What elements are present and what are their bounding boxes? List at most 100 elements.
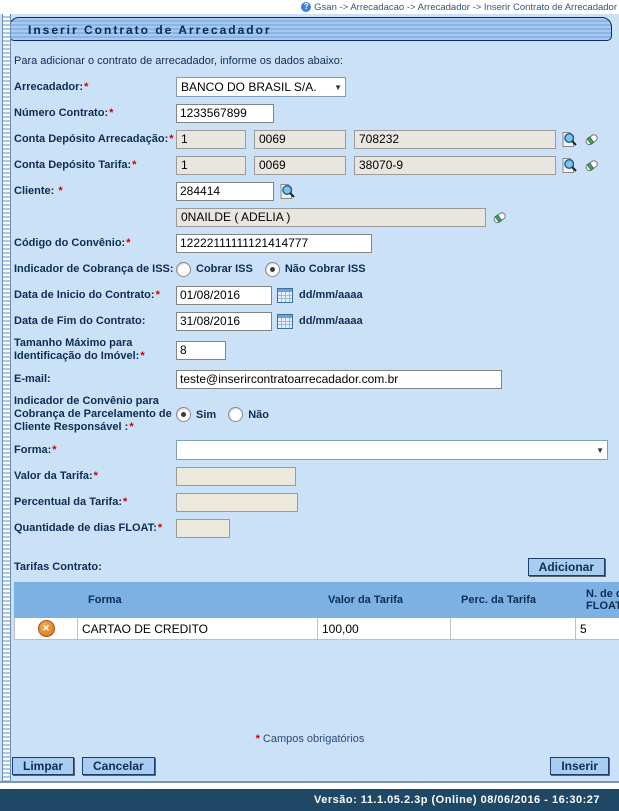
version-statusbar: Versão: 11.1.05.2.3p (Online) 08/06/2016… [0, 789, 619, 811]
valor-tarifa-label: Valor da Tarifa:* [14, 470, 176, 483]
codigo-convenio-label: Código do Convênio:* [14, 237, 176, 250]
search-icon[interactable] [279, 183, 296, 200]
col-actions [15, 583, 78, 618]
cliente-codigo-input[interactable] [176, 182, 274, 201]
row-dias-float: Quantidade de dias FLOAT:* [14, 518, 619, 538]
iss-label: Indicador de Cobrança de ISS: [14, 263, 176, 276]
adicionar-button[interactable]: Adicionar [528, 558, 605, 576]
row-arrecadador: Arrecadador:* BANCO DO BRASIL S/A. ▼ [14, 77, 619, 97]
data-inicio-label: Data de Inicio do Contrato:* [14, 289, 176, 302]
label-text: Número Contrato: [14, 107, 108, 119]
radio-cobrar-iss[interactable] [176, 262, 191, 277]
percentual-tarifa-input-disabled [176, 493, 298, 512]
tarifas-contrato-label: Tarifas Contrato: [14, 561, 102, 573]
eraser-icon[interactable] [583, 157, 600, 174]
label-text: E-mail: [14, 373, 51, 385]
label-text: Indicador de Convênio para Cobrança de P… [14, 395, 172, 433]
inserir-button[interactable]: Inserir [550, 757, 609, 775]
search-icon[interactable] [561, 131, 578, 148]
row-data-inicio: Data de Inicio do Contrato:* dd/mm/aaaa [14, 285, 619, 305]
search-icon[interactable] [561, 157, 578, 174]
label-text: Conta Depósito Arrecadação: [14, 133, 168, 145]
required-mark: * [156, 289, 160, 301]
data-inicio-input[interactable] [176, 286, 272, 305]
required-mark: * [126, 237, 130, 249]
conta-tarifa-numero: 38070-9 [354, 156, 556, 175]
radio-nao-cobrar-iss[interactable] [265, 262, 280, 277]
tamanho-maximo-input[interactable] [176, 341, 226, 360]
numero-contrato-input[interactable] [176, 104, 274, 123]
row-indicador-convenio: Indicador de Convênio para Cobrança de P… [14, 395, 619, 434]
cell-perc [451, 618, 576, 640]
data-inicio-format-hint: dd/mm/aaaa [299, 289, 363, 301]
conta-arrecadacao-numero: 708232 [354, 130, 556, 149]
arrecadador-label: Arrecadador:* [14, 81, 176, 94]
delete-row-icon[interactable]: ✕ [38, 620, 55, 637]
conta-tarifa-banco: 1 [176, 156, 246, 175]
cancelar-button[interactable]: Cancelar [82, 757, 155, 775]
data-fim-input[interactable] [176, 312, 272, 331]
required-mark: * [169, 133, 173, 145]
conta-arrecadacao-banco: 1 [176, 130, 246, 149]
arrecadador-selected-value: BANCO DO BRASIL S/A. [181, 80, 317, 94]
radio-nao[interactable] [228, 407, 243, 422]
radio-cobrar-iss-label: Cobrar ISS [196, 263, 253, 275]
label-text: Data de Inicio do Contrato: [14, 289, 155, 301]
calendar-icon[interactable] [277, 288, 293, 303]
cell-valor: 100,00 [318, 618, 451, 640]
cliente-nome-field: 0NAILDE ( ADELIA ) [176, 208, 486, 227]
row-valor-tarifa: Valor da Tarifa:* [14, 466, 619, 486]
label-text: Arrecadador: [14, 81, 83, 93]
conta-arrecadacao-label: Conta Depósito Arrecadação:* [14, 133, 176, 146]
conta-arrecadacao-agencia: 0069 [254, 130, 346, 149]
row-email: E-mail: [14, 369, 619, 389]
codigo-convenio-input[interactable] [176, 234, 372, 253]
radio-sim[interactable] [176, 407, 191, 422]
version-text: Versão: 11.1.05.2.3p (Online) 08/06/2016… [0, 794, 619, 806]
required-mark: * [132, 159, 136, 171]
cell-dias: 5 [576, 618, 619, 640]
row-conta-deposito-tarifa: Conta Depósito Tarifa:* 1 0069 38070-9 [14, 155, 619, 175]
label-text: Quantidade de dias FLOAT: [14, 522, 157, 534]
form-area: Para adicionar o contrato de arrecadador… [0, 41, 619, 538]
email-input[interactable] [176, 370, 502, 389]
label-text: Código do Convênio: [14, 237, 125, 249]
radio-nao-label: Não [248, 409, 269, 421]
label-text: Forma: [14, 444, 51, 456]
eraser-icon[interactable] [491, 209, 508, 226]
dias-float-label: Quantidade de dias FLOAT:* [14, 522, 176, 535]
col-forma: Forma [78, 583, 318, 618]
table-row: ✕ CARTAO DE CREDITO 100,00 5 [15, 618, 619, 640]
required-mark: * [158, 522, 162, 534]
forma-select[interactable]: ▼ [176, 440, 608, 460]
conta-tarifa-agencia: 0069 [254, 156, 346, 175]
data-fim-label: Data de Fim do Contrato: [14, 315, 176, 328]
label-text: Conta Depósito Tarifa: [14, 159, 131, 171]
page-title: Inserir Contrato de Arrecadador [9, 17, 612, 41]
arrecadador-select[interactable]: BANCO DO BRASIL S/A. ▼ [176, 77, 346, 97]
tarifas-contrato-header: Tarifas Contrato: Adicionar [14, 558, 605, 576]
row-percentual-tarifa: Percentual da Tarifa:* [14, 492, 619, 512]
required-fields-note: *Campos obrigatórios [0, 733, 619, 745]
row-data-fim: Data de Fim do Contrato: dd/mm/aaaa [14, 311, 619, 331]
radio-nao-cobrar-iss-label: Não Cobrar ISS [285, 263, 366, 275]
row-forma: Forma:* ▼ [14, 440, 619, 460]
row-indicador-iss: Indicador de Cobrança de ISS: Cobrar ISS… [14, 259, 619, 279]
label-text: Tamanho Máximo para Identificação do Imó… [14, 337, 139, 362]
help-icon[interactable]: ? [301, 2, 311, 12]
row-cliente-nome: 0NAILDE ( ADELIA ) [14, 207, 619, 227]
valor-tarifa-input-disabled [176, 467, 296, 486]
data-fim-format-hint: dd/mm/aaaa [299, 315, 363, 327]
eraser-icon[interactable] [583, 131, 600, 148]
calendar-icon[interactable] [277, 314, 293, 329]
col-valor-tarifa: Valor da Tarifa [318, 583, 451, 618]
numero-contrato-label: Número Contrato:* [14, 107, 176, 120]
tarifas-table-header-row: Forma Valor da Tarifa Perc. da Tarifa N.… [15, 583, 619, 618]
limpar-button[interactable]: Limpar [12, 757, 74, 775]
cell-forma: CARTAO DE CREDITO [78, 618, 318, 640]
tarifas-table: Forma Valor da Tarifa Perc. da Tarifa N.… [14, 582, 619, 640]
breadcrumb: ? Gsan -> Arrecadacao -> Arrecadador -> … [0, 0, 619, 14]
indicador-convenio-label: Indicador de Convênio para Cobrança de P… [14, 395, 176, 434]
breadcrumb-text: Gsan -> Arrecadacao -> Arrecadador -> In… [314, 2, 617, 13]
required-mark: * [123, 496, 127, 508]
